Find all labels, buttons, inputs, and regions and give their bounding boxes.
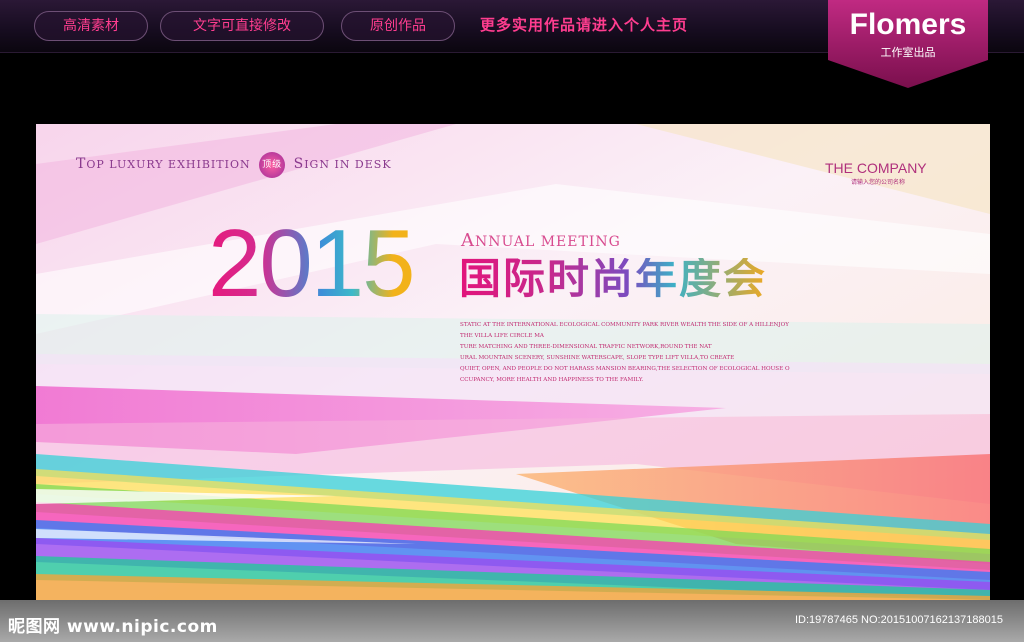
tagline-luxury: LUXURY <box>109 158 164 171</box>
description-line: THE VILLA LIFE CIRCLE MA <box>460 333 544 339</box>
description-line: TURE MATCHING AND THREE-DIMENSIONAL TRAF… <box>460 344 712 350</box>
watermark-footer: 昵图网 www.nipic.com ID:19787465 NO:2015100… <box>0 600 1024 642</box>
tagline-top-rest: OP <box>86 158 105 171</box>
brand-ribbon: Flomers 工作室出品 <box>828 0 988 88</box>
description-line: STATIC AT THE INTERNATIONAL ECOLOGICAL C… <box>460 322 789 328</box>
brand-name: Flomers <box>849 8 967 41</box>
annual-meeting-heading: ANNUAL MEETING <box>461 230 621 251</box>
tagline-in-desk: IN DESK <box>334 158 392 171</box>
tagline: TOP LUXURY EXHIBITION 顶级 SIGN IN DESK <box>76 152 392 178</box>
editable-text-button[interactable]: 文字可直接修改 <box>160 11 324 41</box>
tagline-exhibition: EXHIBITION <box>168 158 251 171</box>
original-work-button[interactable]: 原创作品 <box>341 11 455 41</box>
site-watermark: 昵图网 www.nipic.com <box>8 617 218 637</box>
annual-rest: NNUAL MEETING <box>475 234 621 250</box>
brand-subtitle: 工作室出品 <box>880 46 936 59</box>
hd-material-button[interactable]: 高清素材 <box>34 11 148 41</box>
tagline-top-cap: T <box>76 156 87 172</box>
top-level-badge: 顶级 <box>259 152 286 178</box>
tagline-sign-cap: S <box>293 156 305 172</box>
company-subtitle: 请输入您的公司名称 <box>851 179 906 186</box>
year-heading: 2015 <box>208 210 416 317</box>
description-block: STATIC AT THE INTERNATIONAL ECOLOGICAL C… <box>460 320 840 386</box>
image-id-line: ID:19787465 NO:20151007162137188015 <box>795 614 1003 626</box>
company-name: THE COMPANY <box>825 160 927 176</box>
chinese-title: 国际时尚年度会 <box>459 254 768 303</box>
description-line: URAL MOUNTAIN SCENERY, SUNSHINE WATERSCA… <box>460 355 735 361</box>
annual-cap: A <box>461 230 475 251</box>
description-line: CCUPANCY, MORE HEALTH AND HAPPINESS TO T… <box>460 377 644 383</box>
description-line: QUIET, OPEN, AND PEOPLE DO NOT HARASS MA… <box>460 366 790 372</box>
homepage-promo-link[interactable]: 更多实用作品请进入个人主页 <box>480 14 688 35</box>
annual-meeting-poster: TOP LUXURY EXHIBITION 顶级 SIGN IN DESK TH… <box>36 124 990 600</box>
tagline-sign-rest: IGN <box>304 158 330 171</box>
